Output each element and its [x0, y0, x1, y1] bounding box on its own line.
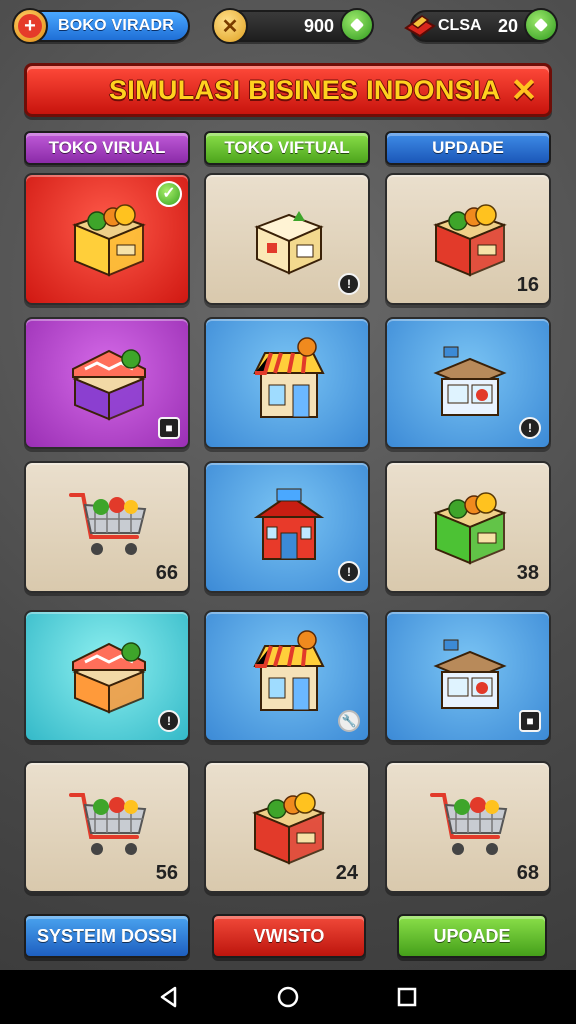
profile-pill[interactable]: + BOKO VIRADR [12, 8, 190, 44]
tile-count: 68 [516, 862, 539, 884]
shop-tile[interactable]: 56 [24, 761, 190, 893]
home-icon [277, 986, 299, 1008]
system-button[interactable]: SYSTEIM DOSSI [24, 914, 190, 958]
tab-toko-viftual[interactable]: TOKO VIFTUAL [204, 131, 370, 165]
fruit-shop-icon [253, 630, 325, 711]
shop-tile[interactable]: 16 [385, 173, 551, 305]
tile-count: 38 [516, 562, 539, 584]
shop-tile[interactable]: ! [204, 173, 370, 305]
health-plus-icon: + [12, 8, 48, 44]
shop-tile[interactable]: ! [204, 461, 370, 593]
lock-icon: ■ [158, 417, 180, 439]
market-stall-icon [72, 349, 146, 421]
tab-label: TOKO VIRUAL [48, 138, 166, 157]
title-banner: SIMULASI BISINES INDONSIA ✕ [24, 63, 552, 117]
recents-button[interactable] [393, 983, 421, 1011]
shop-tile[interactable]: ■ [385, 610, 551, 742]
add-books-button[interactable] [524, 8, 558, 42]
vegetable-cart-icon [69, 793, 147, 855]
upgrade-button[interactable]: UPOADE [397, 914, 547, 958]
tab-label: UPDADE [432, 138, 504, 157]
gem-icon [349, 17, 365, 33]
shop-tile[interactable] [204, 317, 370, 449]
shop-tile[interactable]: ! [385, 317, 551, 449]
books-pill[interactable]: CLSA 20 [404, 8, 558, 42]
info-icon: ! [519, 417, 541, 439]
button-label: VWISTO [253, 925, 325, 946]
top-resource-bar: + BOKO VIRADR ✕ 900 CLSA 20 [0, 0, 576, 52]
info-icon: ! [338, 273, 360, 295]
button-label: SYSTEIM DOSSI [36, 925, 178, 946]
page-title: SIMULASI BISINES INDONSIA [109, 74, 501, 105]
wrench-icon: 🔧 [338, 710, 360, 732]
back-button[interactable] [155, 983, 183, 1011]
fruit-stall-icon [72, 642, 146, 714]
shop-tile[interactable]: 🔧 [204, 610, 370, 742]
visit-button[interactable]: VWISTO [212, 914, 366, 958]
shop-tile[interactable]: 66 [24, 461, 190, 593]
shopping-cart-icon [69, 493, 147, 555]
tile-count: 24 [335, 862, 358, 884]
recents-icon [397, 987, 416, 1007]
close-icon: ✕ [510, 72, 538, 108]
mini-market-icon [433, 639, 507, 709]
shop-tile[interactable]: ! [24, 610, 190, 742]
coins-pill[interactable]: ✕ 900 [212, 8, 374, 44]
info-icon: ! [158, 710, 180, 732]
add-coins-button[interactable] [340, 8, 374, 42]
lock-icon: ■ [519, 710, 541, 732]
red-crate-icon [252, 792, 326, 865]
profile-label: BOKO VIRADR [58, 17, 174, 34]
kiosk-icon [433, 346, 507, 416]
tab-label: TOKO VIFTUAL [224, 138, 350, 157]
button-label: UPOADE [433, 925, 511, 946]
tile-count: 56 [155, 862, 178, 884]
grocery-cart-icon [430, 793, 508, 855]
green-crate-icon [433, 492, 507, 565]
shop-tile[interactable]: 38 [385, 461, 551, 593]
checkmark-icon: ✓ [156, 181, 182, 207]
coin-icon: ✕ [212, 8, 248, 44]
tile-count: 66 [155, 562, 178, 584]
game-screen: + BOKO VIRADR ✕ 900 CLSA 20 SIMULASI BIS… [0, 0, 576, 970]
book-icon [404, 15, 436, 38]
gem-icon [533, 17, 549, 33]
tile-count: 16 [516, 274, 539, 296]
store-house-icon [253, 488, 325, 560]
shop-icon [253, 337, 325, 418]
info-icon: ! [338, 561, 360, 583]
android-nav-bar [0, 970, 576, 1024]
vegetable-crate-icon [72, 204, 146, 277]
fruit-crate-icon [433, 204, 507, 277]
shop-tile[interactable]: ✓ [24, 173, 190, 305]
tab-updade[interactable]: UPDADE [385, 131, 551, 165]
open-box-icon [254, 211, 324, 275]
books-value: 20 [497, 15, 518, 36]
shop-tile[interactable]: 68 [385, 761, 551, 893]
close-button[interactable]: ✕ [509, 72, 539, 108]
shop-tile[interactable]: ■ [24, 317, 190, 449]
books-label: CLSA [438, 17, 482, 34]
home-button[interactable] [274, 983, 302, 1011]
coins-value: 900 [303, 15, 334, 36]
shop-tile[interactable]: 24 [204, 761, 370, 893]
tab-toko-virual[interactable]: TOKO VIRUAL [24, 131, 190, 165]
back-icon [161, 986, 177, 1008]
